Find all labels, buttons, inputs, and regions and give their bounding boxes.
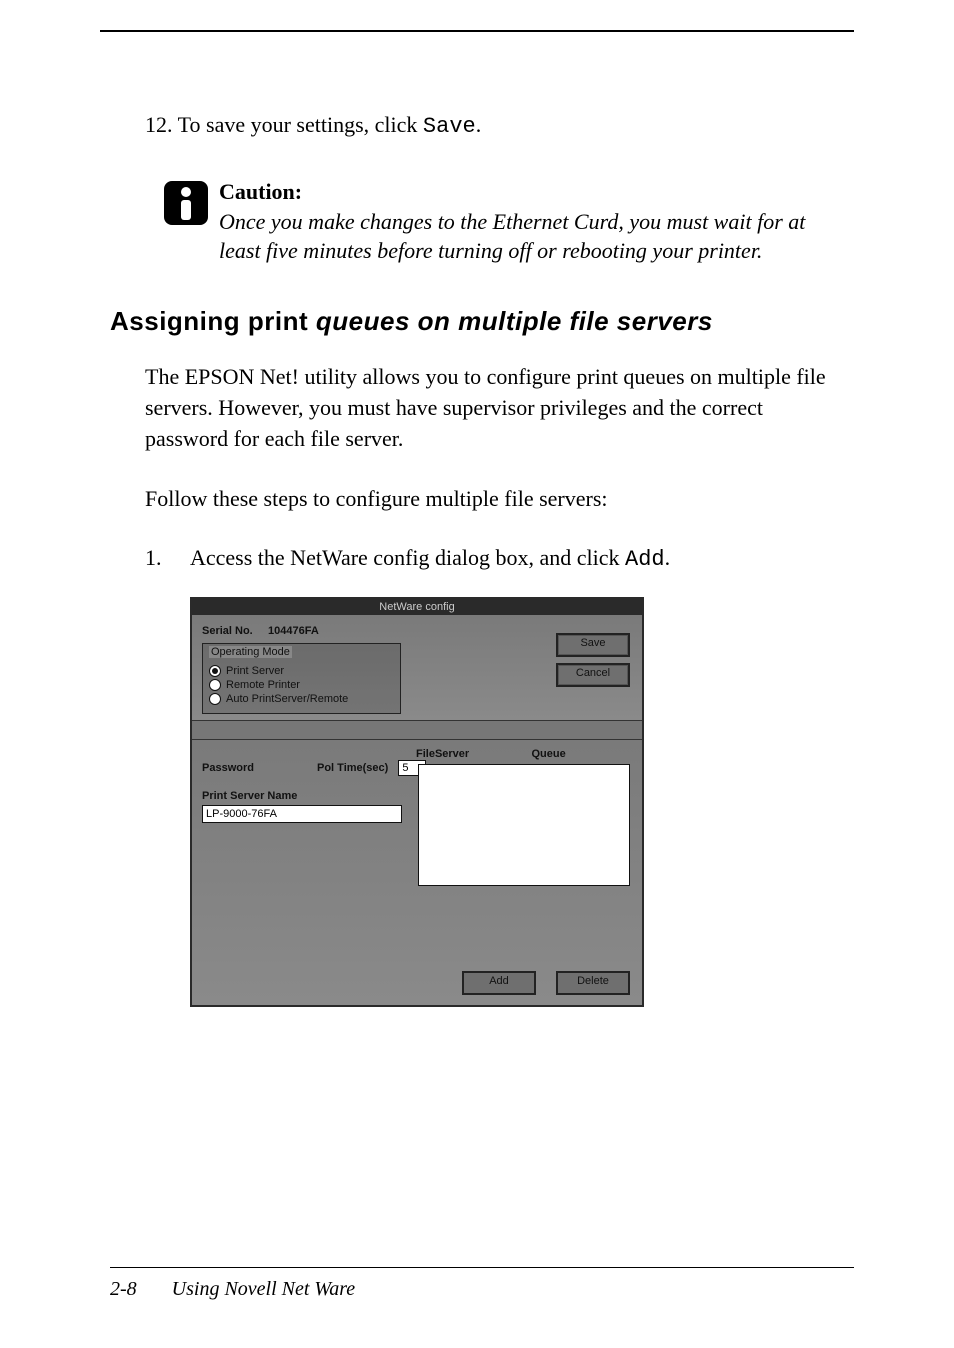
radio-remote-printer-label: Remote Printer xyxy=(226,679,300,691)
radio-auto[interactable]: Auto PrintServer/Remote xyxy=(209,693,394,705)
radio-icon xyxy=(209,693,221,705)
step-12-text-after: . xyxy=(476,112,482,137)
step-12-code: Save xyxy=(423,114,476,139)
section-heading-part1: Assigning print xyxy=(110,306,316,336)
page-footer: 2-8 Using Novell Net Ware xyxy=(110,1267,854,1301)
operating-mode-legend: Operating Mode xyxy=(209,646,292,658)
caution-heading: Caution: xyxy=(219,179,302,204)
section-heading-part2: queues on multiple file servers xyxy=(316,306,713,336)
step-1-code: Add xyxy=(625,547,665,572)
netware-config-dialog: NetWare config Serial No. 104476FA Opera… xyxy=(190,597,644,1007)
radio-print-server-label: Print Server xyxy=(226,665,284,677)
password-label: Password xyxy=(202,762,267,774)
step-1-text-after: . xyxy=(665,545,671,570)
cancel-button[interactable]: Cancel xyxy=(556,663,630,687)
queue-column-header: Queue xyxy=(532,748,627,760)
caution-body: Once you make changes to the Ethernet Cu… xyxy=(219,209,805,264)
step-1-text-before: Access the NetWare config dialog box, an… xyxy=(190,545,625,570)
save-button[interactable]: Save xyxy=(556,633,630,657)
step-12: 12. To save your settings, click Save. xyxy=(145,112,844,139)
fileserver-queue-listbox[interactable] xyxy=(418,764,630,886)
step-1-number: 1. xyxy=(145,545,190,572)
radio-icon xyxy=(209,665,221,677)
serial-no-label: Serial No. xyxy=(202,625,253,637)
delete-button[interactable]: Delete xyxy=(556,971,630,995)
step-12-number: 12. xyxy=(145,112,173,137)
operating-mode-group: Operating Mode Print Server Remote Print… xyxy=(202,643,401,714)
caution-icon xyxy=(163,180,209,226)
dialog-title: NetWare config xyxy=(192,599,642,615)
caution-block: Caution: Once you make changes to the Et… xyxy=(163,177,844,266)
radio-icon xyxy=(209,679,221,691)
radio-remote-printer[interactable]: Remote Printer xyxy=(209,679,394,691)
step-1: 1. Access the NetWare config dialog box,… xyxy=(145,545,844,572)
page-top-rule xyxy=(100,30,854,32)
section-heading: Assigning print queues on multiple file … xyxy=(110,306,844,337)
print-server-name-input[interactable] xyxy=(202,805,402,823)
step-12-text-before: To save your settings, click xyxy=(178,112,423,137)
running-head: Using Novell Net Ware xyxy=(172,1278,356,1300)
paragraph-1: The EPSON Net! utility allows you to con… xyxy=(145,362,844,454)
radio-auto-label: Auto PrintServer/Remote xyxy=(226,693,348,705)
fileserver-column-header: FileServer xyxy=(416,748,532,760)
radio-print-server[interactable]: Print Server xyxy=(209,665,394,677)
add-button[interactable]: Add xyxy=(462,971,536,995)
page-number: 2-8 xyxy=(110,1278,137,1300)
serial-no-value: 104476FA xyxy=(268,625,319,637)
pol-time-label: Pol Time(sec) xyxy=(317,762,388,774)
paragraph-2: Follow these steps to configure multiple… xyxy=(145,484,844,515)
